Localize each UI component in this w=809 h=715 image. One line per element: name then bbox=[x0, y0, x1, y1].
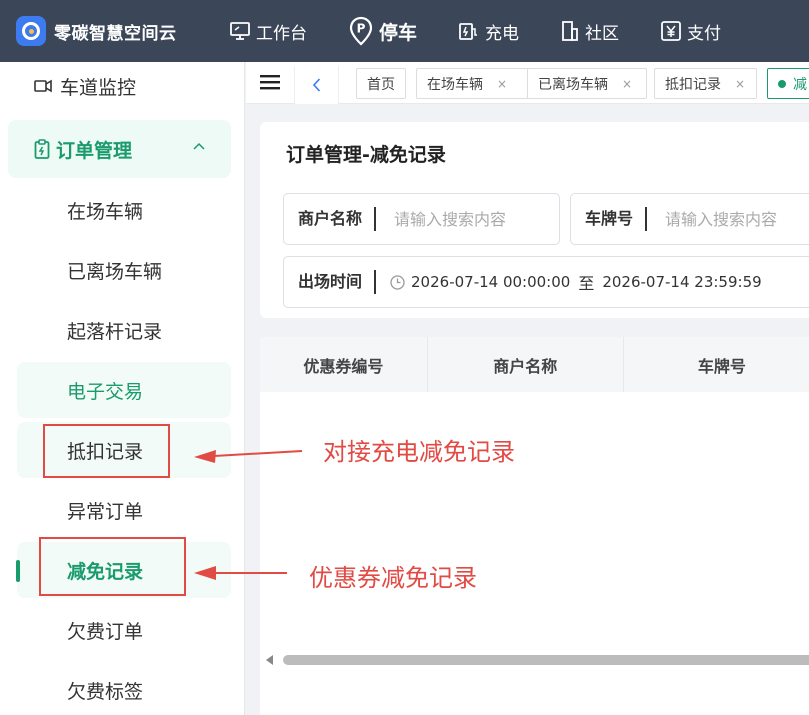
annotation-arrow-deduction bbox=[213, 450, 303, 457]
annotation-deduction-note: 对接充电减免记录 bbox=[323, 438, 515, 466]
annotation-arrowhead-reduction bbox=[194, 566, 216, 580]
annotation-arrowhead-deduction bbox=[194, 450, 216, 463]
annotation-reduction-note: 优惠券减免记录 bbox=[309, 564, 477, 592]
annotation-arrows bbox=[194, 450, 303, 580]
